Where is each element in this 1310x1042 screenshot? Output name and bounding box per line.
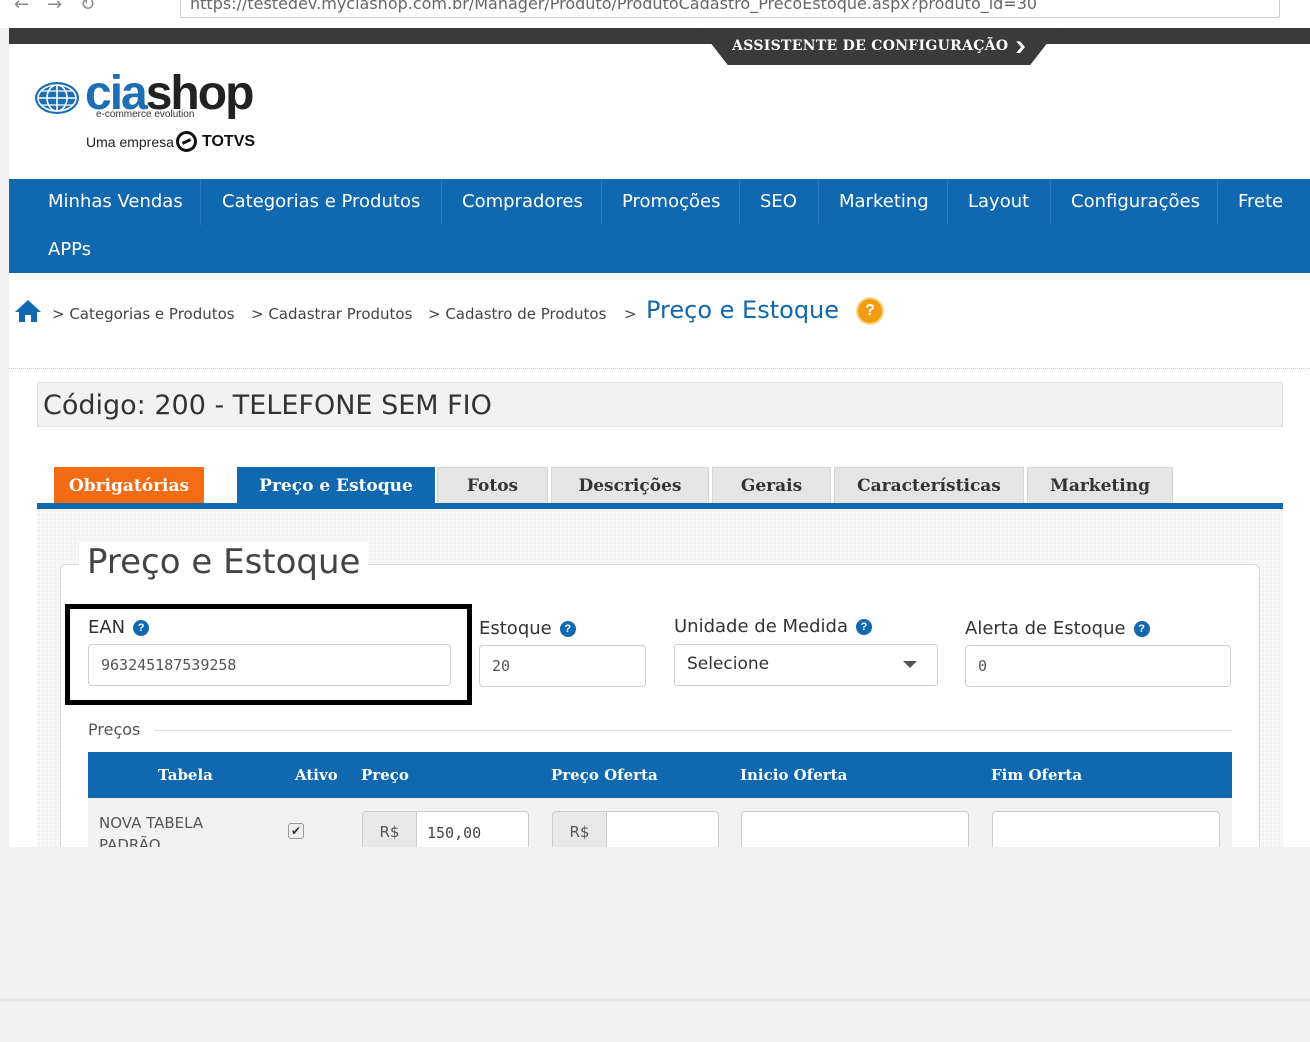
- fim-oferta-input[interactable]: [992, 811, 1220, 847]
- row-tabela-name: NOVA TABELA PADRÃO: [99, 814, 204, 847]
- nav-item-frete[interactable]: Frete: [1217, 179, 1304, 225]
- breadcrumb: > Categorias e Produtos > Cadastrar Prod…: [14, 293, 914, 333]
- setup-wizard-label: ASSISTENTE DE CONFIGURAÇÃO: [732, 38, 1009, 54]
- nav-item-promocoes[interactable]: Promoções: [601, 179, 741, 225]
- nav-item-layout[interactable]: Layout: [947, 179, 1050, 225]
- nav-item-categorias-produtos[interactable]: Categorias e Produtos: [201, 179, 441, 225]
- product-code-bar: Código: 200 - TELEFONE SEM FIO: [37, 382, 1283, 427]
- nav-item-marketing[interactable]: Marketing: [818, 179, 950, 225]
- help-icon[interactable]: ?: [559, 621, 576, 637]
- logo-empresa-text: Uma empresa: [86, 134, 174, 150]
- unidade-medida-select[interactable]: Selecione: [674, 644, 938, 686]
- preco-oferta-input[interactable]: R$: [552, 811, 719, 847]
- nav-item-compradores[interactable]: Compradores: [441, 179, 604, 225]
- ativo-checkbox[interactable]: ✔: [288, 823, 304, 839]
- empty-background: [0, 847, 1310, 1042]
- column-header-tabela: Tabela: [158, 766, 213, 784]
- column-header-ativo: Ativo: [295, 766, 338, 784]
- tab-preco-estoque[interactable]: Preço e Estoque: [237, 467, 435, 505]
- alerta-estoque-label: Alerta de Estoque?: [965, 618, 1150, 639]
- tab-marketing[interactable]: Marketing: [1027, 467, 1173, 504]
- preco-input[interactable]: R$ 150,00: [362, 811, 529, 847]
- tab-caracteristicas[interactable]: Características: [834, 467, 1024, 504]
- page-title: Preço e Estoque: [646, 296, 840, 324]
- browser-toolbar: ←→↻ https://testedev.myciashop.com.br/Ma…: [0, 0, 1310, 28]
- fieldset-legend: Preço e Estoque: [79, 542, 369, 582]
- divider: [9, 368, 1310, 369]
- admin-page: ASSISTENTE DE CONFIGURAÇÃO ❯ ciashop e-co…: [9, 28, 1310, 847]
- help-icon[interactable]: ?: [1133, 621, 1150, 637]
- dropdown-caret-icon: [903, 661, 917, 668]
- column-header-preco: Preço: [361, 766, 409, 784]
- currency-addon: R$: [553, 812, 607, 847]
- tab-obrigatorias[interactable]: Obrigatórias: [54, 467, 204, 504]
- address-bar-url[interactable]: https://testedev.myciashop.com.br/Manage…: [190, 0, 1037, 13]
- unidade-medida-label: Unidade de Medida?: [674, 616, 872, 637]
- help-icon[interactable]: ?: [855, 619, 872, 635]
- breadcrumb-separator: >: [624, 305, 637, 323]
- product-code-title: Código: 200 - TELEFONE SEM FIO: [43, 390, 492, 421]
- nav-item-seo[interactable]: SEO: [739, 179, 818, 225]
- nav-item-configuracoes[interactable]: Configurações: [1050, 179, 1221, 225]
- precos-divider: [88, 730, 1232, 731]
- tab-descricoes[interactable]: Descrições: [551, 467, 709, 504]
- nav-item-apps[interactable]: APPs: [27, 227, 112, 273]
- logo-tagline: e-commerce evolution: [96, 109, 195, 120]
- totvs-wordmark: TOTVS: [202, 133, 256, 150]
- column-header-fim-oferta: Fim Oferta: [991, 766, 1083, 784]
- tab-gerais[interactable]: Gerais: [712, 467, 831, 504]
- alerta-estoque-input[interactable]: 0: [965, 645, 1231, 687]
- ean-highlight-box: [65, 604, 472, 705]
- precos-section-label: Preços: [88, 720, 155, 739]
- column-header-inicio-oferta: Inicio Oferta: [740, 766, 848, 784]
- help-icon[interactable]: ?: [858, 299, 882, 323]
- breadcrumb-cadastrar-produtos[interactable]: > Cadastrar Produtos: [251, 305, 412, 323]
- inicio-oferta-input[interactable]: [741, 811, 969, 847]
- currency-addon: R$: [363, 812, 417, 847]
- estoque-label: Estoque?: [479, 618, 576, 639]
- browser-nav-icons[interactable]: ←→↻: [14, 0, 113, 15]
- table-row: NOVA TABELA PADRÃO ✔ R$ 150,00 R$: [88, 798, 1232, 847]
- top-dark-bar: [9, 28, 1310, 44]
- column-header-preco-oferta: Preço Oferta: [551, 766, 658, 784]
- ciashop-logo[interactable]: ciashop e-commerce evolution Uma empresa…: [33, 67, 273, 158]
- breadcrumb-cadastro-produtos[interactable]: > Cadastro de Produtos: [428, 305, 606, 323]
- totvs-logo-icon: [176, 131, 197, 152]
- preco-value: 150,00: [427, 824, 482, 842]
- prices-table-header: Tabela Ativo Preço Preço Oferta Inicio O…: [88, 752, 1232, 798]
- breadcrumb-categorias-produtos[interactable]: > Categorias e Produtos: [52, 305, 235, 323]
- unidade-medida-value: Selecione: [687, 654, 770, 674]
- chevron-down-icon: ❯: [1014, 40, 1028, 53]
- tab-fotos[interactable]: Fotos: [437, 467, 548, 504]
- main-navigation: Minhas Vendas Categorias e Produtos Comp…: [9, 179, 1310, 273]
- estoque-input[interactable]: 20: [479, 645, 646, 687]
- globe-logo-icon: [35, 82, 79, 114]
- setup-wizard-button[interactable]: ASSISTENTE DE CONFIGURAÇÃO ❯: [699, 28, 1059, 65]
- home-icon[interactable]: [14, 299, 42, 323]
- nav-item-minhas-vendas[interactable]: Minhas Vendas: [27, 179, 204, 225]
